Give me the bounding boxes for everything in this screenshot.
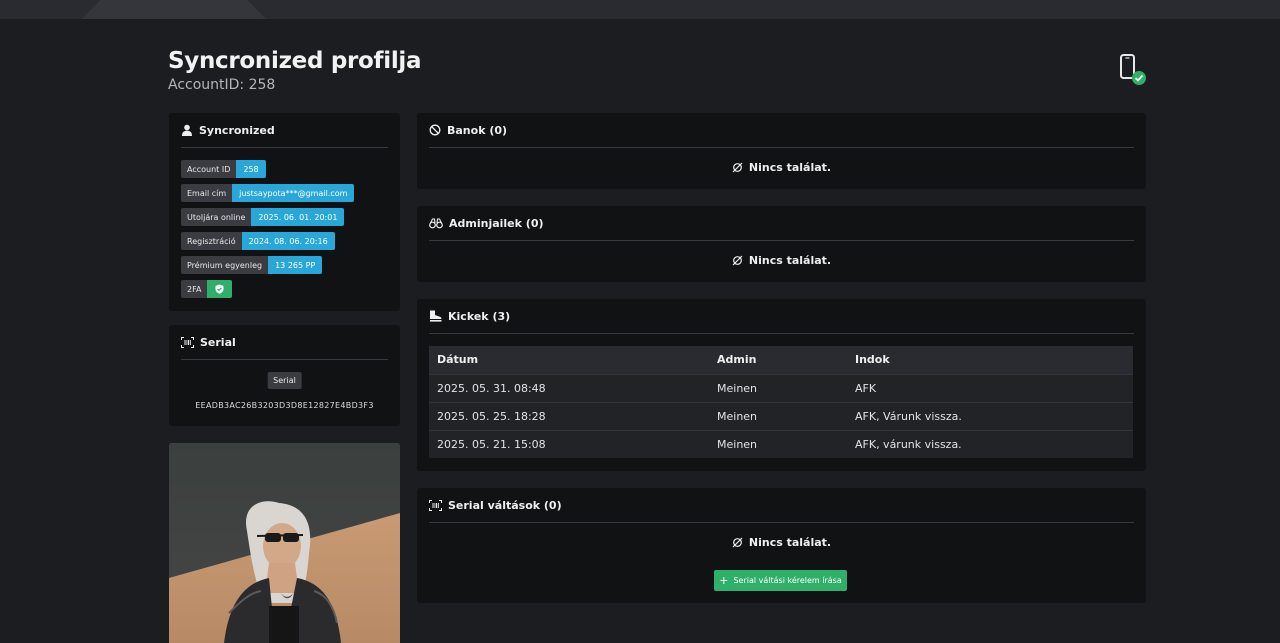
info-label: Regisztráció <box>181 232 242 250</box>
admin-jails-empty-message: Nincs találat. <box>417 254 1146 267</box>
info-value: justsaypota***@gmail.com <box>232 184 355 202</box>
binoculars-icon <box>429 217 443 228</box>
page-title: Syncronized profilja <box>168 48 422 74</box>
ban-icon <box>429 124 441 136</box>
empty-set-icon <box>732 162 743 173</box>
serial-changes-card-header: Serial váltások (0) <box>429 488 1134 523</box>
admin-jails-card-title: Adminjailek (0) <box>449 216 544 230</box>
info-label: Prémium egyenleg <box>181 256 269 274</box>
account-info-list: Account ID 258 Email cím justsaypota***@… <box>181 160 355 304</box>
kicks-card-title: Kickek (3) <box>448 309 511 323</box>
shield-check-icon <box>215 284 224 294</box>
serial-changes-empty-message: Nincs találat. <box>417 536 1146 549</box>
admin-jails-card-header: Adminjailek (0) <box>429 206 1134 241</box>
info-label: 2FA <box>181 280 208 298</box>
cell-date: 2025. 05. 31. 08:48 <box>429 373 709 402</box>
column-header-reason: Indok <box>847 346 1133 374</box>
info-label: Account ID <box>181 160 237 178</box>
user-icon <box>182 124 192 136</box>
cell-date: 2025. 05. 21. 15:08 <box>429 429 709 458</box>
empty-set-icon <box>732 537 743 548</box>
button-label: Serial váltási kérelem írása <box>733 576 842 585</box>
empty-text: Nincs találat. <box>748 254 832 267</box>
barcode-icon <box>181 336 194 348</box>
twofa-status-badge <box>207 280 233 298</box>
cell-reason: AFK, várunk vissza. <box>847 429 1133 458</box>
info-value: 13 265 PP <box>268 256 323 274</box>
account-card: Syncronized Account ID 258 Email cím jus… <box>169 113 400 311</box>
info-value: 2024. 08. 06. 20:16 <box>241 232 335 250</box>
account-card-header: Syncronized <box>181 113 388 148</box>
column-header-admin: Admin <box>709 346 847 374</box>
info-label: Email cím <box>181 184 233 202</box>
account-card-title: Syncronized <box>199 123 275 137</box>
cell-admin: Meinen <box>709 373 847 402</box>
info-row-registration: Regisztráció 2024. 08. 06. 20:16 <box>181 232 354 250</box>
bans-card: Banok (0) Nincs találat. <box>417 113 1146 189</box>
serial-card-header: Serial <box>181 325 388 360</box>
serial-badge: Serial <box>267 372 302 389</box>
info-value: 258 <box>236 160 266 178</box>
cell-admin: Meinen <box>709 401 847 430</box>
serial-changes-card-title: Serial váltások (0) <box>448 498 562 512</box>
phone-verified-icon <box>1120 54 1146 85</box>
empty-text: Nincs találat. <box>748 536 832 549</box>
boot-icon <box>430 310 442 322</box>
empty-set-icon <box>732 255 743 266</box>
kicks-table: Dátum Admin Indok 2025. 05. 31. 08:48 Me… <box>429 346 1133 458</box>
serial-value: EEADB3AC26B3203D3D8E12827E4BD3F3 <box>195 401 374 410</box>
plus-icon: + <box>719 574 729 587</box>
column-header-date: Dátum <box>429 346 709 374</box>
cell-reason: AFK, Várunk vissza. <box>847 401 1133 430</box>
table-row: 2025. 05. 21. 15:08 Meinen AFK, várunk v… <box>429 429 1133 458</box>
top-navbar <box>0 0 1280 19</box>
character-skin-image <box>169 443 400 643</box>
info-row-account-id: Account ID 258 <box>181 160 354 178</box>
account-id-subtitle: AccountID: 258 <box>168 77 276 93</box>
info-row-email: Email cím justsaypota***@gmail.com <box>181 184 355 202</box>
cell-reason: AFK <box>847 373 1133 402</box>
info-row-2fa: 2FA <box>181 280 354 298</box>
serial-change-request-button[interactable]: + Serial váltási kérelem írása <box>714 570 847 591</box>
info-row-premium: Prémium egyenleg 13 265 PP <box>181 256 354 274</box>
serial-card: Serial Serial EEADB3AC26B3203D3D8E12827E… <box>169 325 400 426</box>
kicks-card-header: Kickek (3) <box>429 299 1134 334</box>
info-label: Utoljára online <box>181 208 252 226</box>
serial-card-title: Serial <box>200 335 236 349</box>
character-skin-picture <box>169 443 400 643</box>
table-row: 2025. 05. 31. 08:48 Meinen AFK <box>429 373 1133 402</box>
serial-changes-card: Serial váltások (0) Nincs találat. + Ser… <box>417 488 1146 603</box>
info-row-last-online: Utoljára online 2025. 06. 01. 20:01 <box>181 208 354 226</box>
bans-card-header: Banok (0) <box>429 113 1134 148</box>
cell-date: 2025. 05. 25. 18:28 <box>429 401 709 430</box>
empty-text: Nincs találat. <box>748 161 832 174</box>
bans-empty-message: Nincs találat. <box>417 161 1146 174</box>
barcode-icon <box>429 499 442 511</box>
kicks-card: Kickek (3) Dátum Admin Indok 2025. 05. 3… <box>417 299 1146 471</box>
cell-admin: Meinen <box>709 429 847 458</box>
profile-header: Syncronized profilja AccountID: 258 <box>168 48 422 93</box>
bans-card-title: Banok (0) <box>447 123 508 137</box>
table-row: 2025. 05. 25. 18:28 Meinen AFK, Várunk v… <box>429 401 1133 430</box>
table-header-row: Dátum Admin Indok <box>429 346 1133 374</box>
active-nav-tab[interactable] <box>82 0 266 19</box>
admin-jails-card: Adminjailek (0) Nincs találat. <box>417 206 1146 282</box>
info-value: 2025. 06. 01. 20:01 <box>251 208 345 226</box>
